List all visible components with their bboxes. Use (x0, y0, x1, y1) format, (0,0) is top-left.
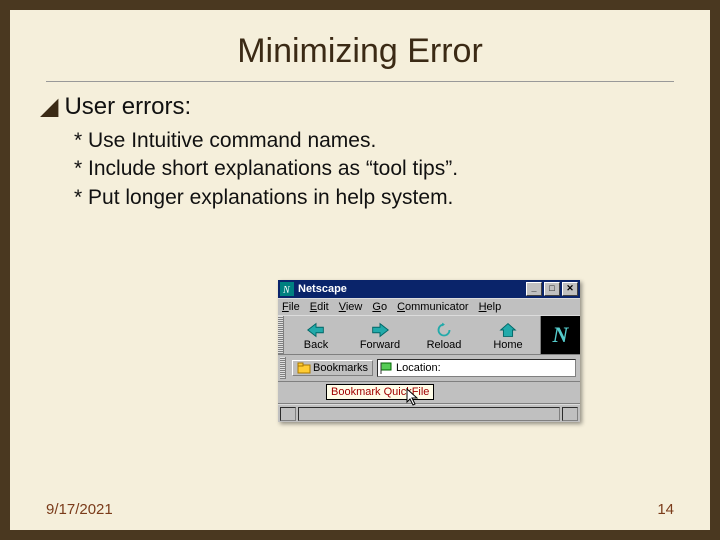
footer-date: 9/17/2021 (46, 501, 113, 518)
throbber-icon: N (540, 316, 580, 354)
bookmark-icon (297, 362, 311, 374)
list-item: Put longer explanations in help system. (74, 184, 674, 212)
location-input[interactable]: Location: (377, 359, 576, 377)
tooltip: Bookmark QuickFile (326, 384, 434, 400)
footer: 9/17/2021 14 (46, 501, 674, 518)
back-arrow-icon (305, 321, 327, 339)
footer-page: 14 (657, 501, 674, 518)
menu-view[interactable]: View (339, 301, 363, 313)
minimize-button[interactable]: _ (526, 282, 542, 296)
close-button[interactable]: ✕ (562, 282, 578, 296)
menu-go[interactable]: Go (372, 301, 387, 313)
menu-edit[interactable]: Edit (310, 301, 329, 313)
bookmarks-button[interactable]: Bookmarks (292, 360, 373, 376)
slide-title: Minimizing Error (10, 32, 710, 71)
slide: Minimizing Error ◢User errors: Use Intui… (10, 10, 710, 530)
toolbar-buttons: Back Forward Reload Home (284, 316, 540, 354)
status-lock-seg (562, 407, 578, 421)
lead-text: User errors: (64, 93, 191, 120)
menu-communicator[interactable]: Communicator (397, 301, 469, 313)
netscape-window: N Netscape _ □ ✕ File Edit View Go Commu… (278, 280, 580, 422)
reload-button[interactable]: Reload (412, 316, 476, 354)
titlebar[interactable]: N Netscape _ □ ✕ (278, 280, 580, 298)
window-controls: _ □ ✕ (526, 282, 578, 296)
bullet-icon: ◢ (40, 93, 58, 120)
menu-file[interactable]: File (282, 301, 300, 313)
bookmarks-label: Bookmarks (313, 362, 368, 374)
location-label: Location: (396, 362, 441, 374)
sub-list: Use Intuitive command names. Include sho… (74, 127, 674, 212)
forward-label: Forward (360, 339, 400, 351)
tooltip-row: Bookmark QuickFile (278, 382, 580, 404)
home-label: Home (493, 339, 522, 351)
status-icon-seg (280, 407, 296, 421)
status-text-seg (298, 407, 560, 421)
list-item: Include short explanations as “tool tips… (74, 155, 674, 183)
slide-body: ◢User errors: Use Intuitive command name… (10, 88, 710, 212)
reload-icon (433, 321, 455, 339)
forward-button[interactable]: Forward (348, 316, 412, 354)
location-bar: Bookmarks Location: (278, 355, 580, 382)
back-button[interactable]: Back (284, 316, 348, 354)
lead-line: ◢User errors: (40, 92, 674, 121)
home-icon (497, 321, 519, 339)
statusbar (278, 404, 580, 422)
window-title: Netscape (298, 283, 526, 295)
reload-label: Reload (427, 339, 462, 351)
list-item: Use Intuitive command names. (74, 127, 674, 155)
back-label: Back (304, 339, 328, 351)
location-flag-icon (380, 362, 394, 374)
divider (46, 81, 674, 82)
toolbar: Back Forward Reload Home N (278, 315, 580, 355)
forward-arrow-icon (369, 321, 391, 339)
locbar-grip[interactable] (280, 357, 286, 379)
menubar: File Edit View Go Communicator Help (278, 298, 580, 315)
svg-text:N: N (282, 285, 291, 296)
menu-help[interactable]: Help (479, 301, 502, 313)
app-icon: N (280, 282, 294, 296)
maximize-button[interactable]: □ (544, 282, 560, 296)
home-button[interactable]: Home (476, 316, 540, 354)
